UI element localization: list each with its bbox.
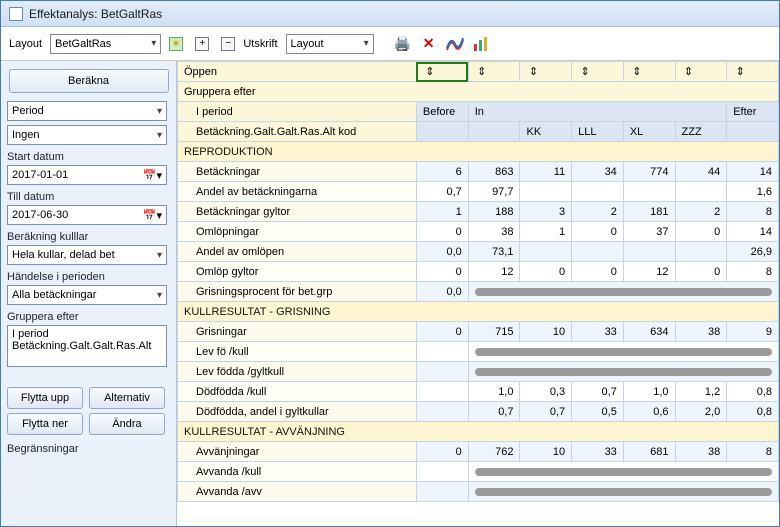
utskrift-label: Utskrift: [243, 38, 277, 50]
row-label: Lev födda /gyltkull: [178, 362, 417, 382]
sparkline: [468, 282, 778, 302]
betackning-key-header: Betäckning.Galt.Galt.Ras.Alt kod: [178, 122, 417, 142]
handelse-select[interactable]: Alla betäckningar: [7, 285, 167, 305]
row-label: Dödfödda /kull: [178, 382, 417, 402]
chart-bar-icon[interactable]: [470, 33, 492, 55]
row-label: Avvanda /avv: [178, 482, 417, 502]
period-select[interactable]: Period: [7, 101, 167, 121]
section-reproduktion: REPRODUKTION: [178, 142, 779, 162]
calendar-icon[interactable]: 📅▾: [143, 209, 162, 222]
flytta-upp-button[interactable]: Flytta upp: [7, 387, 83, 409]
row-label: Avvänjningar: [178, 442, 417, 462]
start-date-input[interactable]: 2017-01-01📅▾: [7, 165, 167, 185]
andra-button[interactable]: Ändra: [89, 413, 165, 435]
row-label: Grisningar: [178, 322, 417, 342]
sparkline: [468, 482, 778, 502]
row-label: Betäckningar gyltor: [178, 202, 417, 222]
till-date-input[interactable]: 2017-06-30📅▾: [7, 205, 167, 225]
handle-cell[interactable]: ⇕: [623, 62, 675, 82]
handelse-label: Händelse i perioden: [7, 271, 170, 283]
handle-cell[interactable]: ⇕: [520, 62, 572, 82]
toolbar: Layout BetGaltRas + − Utskrift Layout 🖨️…: [1, 27, 779, 61]
gruppera-label: Gruppera efter: [7, 311, 170, 323]
row-label: Betäckningar: [178, 162, 417, 182]
window-title: Effektanalys: BetGaltRas: [29, 7, 162, 21]
window-titlebar: Effektanalys: BetGaltRas: [1, 1, 779, 27]
row-label: Lev fö /kull: [178, 342, 417, 362]
row-label: Grisningsprocent för bet.grp: [178, 282, 417, 302]
flytta-ner-button[interactable]: Flytta ner: [7, 413, 83, 435]
print-icon[interactable]: 🖨️: [392, 33, 414, 55]
row-label: Andel av betäckningarna: [178, 182, 417, 202]
data-grid[interactable]: Öppen ⇕ ⇕ ⇕ ⇕ ⇕ ⇕ ⇕ Gruppera efter I per…: [177, 61, 779, 526]
row-label: Andel av omlöpen: [178, 242, 417, 262]
sparkline: [468, 362, 778, 382]
handle-cell[interactable]: ⇕: [675, 62, 727, 82]
col-xl: XL: [623, 122, 675, 142]
i-period-header: I period: [178, 102, 417, 122]
layout-label: Layout: [9, 38, 42, 50]
till-date-label: Till datum: [7, 191, 170, 203]
calendar-icon[interactable]: 📅▾: [143, 169, 162, 182]
col-lll: LLL: [572, 122, 624, 142]
expand-icon[interactable]: +: [191, 33, 213, 55]
handle-cell[interactable]: ⇕: [468, 62, 520, 82]
col-before: Before: [416, 102, 468, 122]
gruppera-listbox[interactable]: I period Betäckning.Galt.Galt.Ras.Alt: [7, 325, 167, 367]
gruppera-efter-header: Gruppera efter: [178, 82, 779, 102]
handle-cell[interactable]: ⇕: [572, 62, 624, 82]
col-kk: KK: [520, 122, 572, 142]
col-efter: Efter: [727, 102, 779, 122]
delete-icon[interactable]: ✕: [418, 33, 440, 55]
col-in: In: [468, 102, 726, 122]
begransningar-label: Begränsningar: [7, 443, 170, 455]
row-label: Dödfödda, andel i gyltkullar: [178, 402, 417, 422]
row-label: Avvanda /kull: [178, 462, 417, 482]
row-label: Omlöpningar: [178, 222, 417, 242]
berakning-select[interactable]: Hela kullar, delad bet: [7, 245, 167, 265]
sparkline: [468, 462, 778, 482]
ingen-select[interactable]: Ingen: [7, 125, 167, 145]
sidebar: Beräkna Period Ingen Start datum 2017-01…: [1, 61, 177, 526]
sparkline: [468, 342, 778, 362]
collapse-icon[interactable]: −: [217, 33, 239, 55]
row-label: Omlöp gyltor: [178, 262, 417, 282]
chart-line-icon[interactable]: [444, 33, 466, 55]
utskrift-select[interactable]: Layout: [286, 34, 374, 54]
settings-icon[interactable]: [165, 33, 187, 55]
alternativ-button[interactable]: Alternativ: [89, 387, 165, 409]
handle-cell[interactable]: ⇕: [416, 62, 468, 82]
start-date-label: Start datum: [7, 151, 170, 163]
section-kullavv: KULLRESULTAT - AVVÄNJNING: [178, 422, 779, 442]
berakning-label: Beräkning kulllar: [7, 231, 170, 243]
calculate-button[interactable]: Beräkna: [9, 69, 169, 93]
handle-cell[interactable]: ⇕: [727, 62, 779, 82]
oppen-label: Öppen: [178, 62, 417, 82]
section-kullgris: KULLRESULTAT - GRISNING: [178, 302, 779, 322]
layout-select[interactable]: BetGaltRas: [50, 34, 161, 54]
col-zzz: ZZZ: [675, 122, 727, 142]
app-icon: [9, 7, 23, 21]
